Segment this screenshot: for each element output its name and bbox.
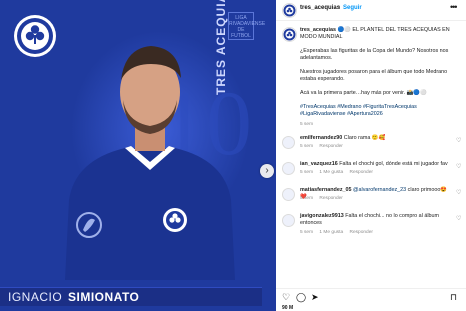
comment-body: Claro rama 🙂🥰 — [343, 135, 386, 141]
player-photo — [65, 46, 235, 280]
comment-item: javigonzalez9913 Falta el chochi... no l… — [276, 212, 466, 246]
avatar[interactable] — [282, 188, 295, 201]
comment-username[interactable]: emilfernandez90 — [300, 135, 342, 141]
hashtag-link[interactable]: #FiguritaTresAcequias — [363, 104, 417, 110]
comment-meta: 5 sem Responder — [300, 196, 348, 201]
caption-hashtags: #TresAcequias #Medrano #FiguritaTresAceq… — [300, 104, 460, 118]
avatar[interactable] — [282, 136, 295, 149]
hashtag-link[interactable]: #Apertura2026 — [347, 111, 383, 117]
like-comment-heart-icon[interactable]: ♡ — [456, 215, 461, 222]
avatar[interactable] — [282, 27, 297, 42]
club-logo — [14, 15, 56, 57]
more-options-icon[interactable]: ••• — [450, 2, 458, 12]
comment-time: 5 sem — [300, 170, 314, 175]
share-icon[interactable]: ➤ — [311, 292, 319, 303]
follow-button[interactable]: Seguir — [343, 5, 362, 11]
like-comment-heart-icon[interactable]: ♡ — [456, 137, 461, 144]
comment-text: javigonzalez9913 Falta el chochi... no l… — [300, 213, 450, 227]
caption-time: 5 sem — [300, 122, 314, 127]
comment-meta: 5 sem 1 Me gusta Responder — [300, 230, 378, 235]
post-image[interactable]: 10 TRES ACEQUIAS LIGA RIVADAVIENSE DE FU… — [0, 0, 276, 311]
avatar[interactable] — [282, 214, 295, 227]
post-actions-bar: ♡ ◯ ➤ ⊓ — [276, 288, 466, 305]
caption-paragraph: ¿Esperabas las figuritas de la Copa del … — [300, 48, 449, 61]
comment-username[interactable]: ian_vazquez16 — [300, 161, 338, 167]
comment-time: 5 sem — [300, 196, 314, 201]
post-header: tres_acequias • Seguir ••• — [276, 0, 466, 21]
caption-meta: 5 sem — [300, 122, 318, 127]
caption-title: tres_acequias 🔵⚪ EL PLANTEL DEL TRES ACE… — [300, 27, 460, 41]
post-author-username[interactable]: tres_acequias — [300, 5, 340, 11]
separator-dot: • — [338, 5, 341, 11]
comment-mention[interactable]: @alvarofernandez_23 — [353, 187, 406, 193]
comment-body: Falta el chochi gol, dónde está mi jugad… — [339, 161, 448, 167]
comment-icon[interactable]: ◯ — [296, 292, 306, 303]
player-first-name: IGNACIO — [8, 290, 63, 304]
like-comment-heart-icon[interactable]: ♡ — [456, 189, 461, 196]
comments-panel: tres_acequias • Seguir ••• tres_acequias… — [276, 0, 466, 311]
comment-time: 5 sem — [300, 230, 314, 235]
club-avatar-icon — [283, 4, 296, 17]
comment-text: emilfernandez90 Claro rama 🙂🥰 — [300, 135, 450, 142]
like-comment-heart-icon[interactable]: ♡ — [456, 163, 461, 170]
comment-text: ian_vazquez16 Falta el chochi gol, dónde… — [300, 161, 450, 168]
avatar[interactable] — [282, 3, 297, 18]
bookmark-icon[interactable]: ⊓ — [450, 292, 457, 303]
player-last-name: SIMIONATO — [68, 290, 140, 304]
reply-button[interactable]: Responder — [319, 196, 342, 201]
club-avatar-icon — [283, 28, 296, 41]
reply-button[interactable]: Responder — [350, 230, 373, 235]
avatar[interactable] — [282, 162, 295, 175]
comment-username[interactable]: javigonzalez9913 — [300, 213, 344, 219]
next-image-arrow-icon[interactable]: › — [260, 164, 274, 178]
comment-meta: 5 sem 1 Me gusta Responder — [300, 170, 378, 175]
reply-button[interactable]: Responder — [319, 144, 342, 149]
caption-paragraph: Acá va la primera parte…hay más por veni… — [300, 90, 427, 96]
hashtag-link[interactable]: #LigaRivadaviense — [300, 111, 346, 117]
caption-username[interactable]: tres_acequias — [300, 27, 336, 33]
comment-username[interactable]: matiasfernandez_05 — [300, 187, 352, 193]
hashtag-link[interactable]: #TresAcequias — [300, 104, 336, 110]
hashtag-link[interactable]: #Medrano — [337, 104, 361, 110]
comment-time: 5 sem — [300, 144, 314, 149]
comment-likes[interactable]: 1 Me gusta — [319, 230, 343, 235]
comment-meta: 5 sem Responder — [300, 144, 348, 149]
likes-count[interactable]: 90 M — [282, 305, 293, 311]
heart-icon[interactable]: ♡ — [282, 292, 290, 303]
caption-paragraph: Nuestros jugadores posaron para el álbum… — [300, 69, 448, 82]
comment-likes[interactable]: 1 Me gusta — [319, 170, 343, 175]
reply-button[interactable]: Responder — [350, 170, 373, 175]
caption-emojis: 🔵⚪ — [337, 27, 351, 33]
player-name-bar: IGNACIO SIMIONATO — [0, 287, 262, 306]
